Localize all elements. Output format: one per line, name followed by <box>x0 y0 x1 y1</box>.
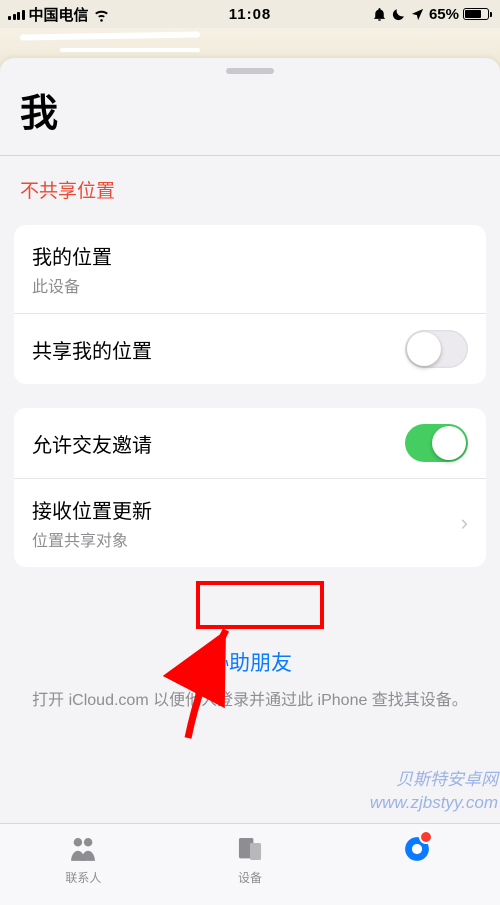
share-my-location-label: 共享我的位置 <box>32 335 405 364</box>
help-friend-block: 协助朋友 打开 iCloud.com 以便他人登录并通过此 iPhone 查找其… <box>0 639 500 714</box>
alarm-icon <box>372 7 387 22</box>
allow-friend-requests-switch[interactable] <box>405 424 468 462</box>
location-arrow-icon <box>410 7 425 22</box>
receive-location-updates-row[interactable]: 接收位置更新 位置共享对象 › <box>14 478 486 567</box>
chevron-right-icon: › <box>455 510 468 536</box>
stop-sharing-button[interactable]: 不共享位置 <box>0 156 500 225</box>
location-card: 我的位置 此设备 共享我的位置 <box>14 225 486 384</box>
people-icon <box>66 834 100 864</box>
battery-pct: 65% <box>429 6 459 23</box>
page-title: 我 <box>0 74 500 155</box>
tab-me[interactable] <box>333 824 500 905</box>
carrier-label: 中国电信 <box>29 4 89 25</box>
share-my-location-row: 共享我的位置 <box>14 313 486 384</box>
allow-friend-requests-row: 允许交友邀请 <box>14 408 486 478</box>
help-friend-desc: 打开 iCloud.com 以便他人登录并通过此 iPhone 查找其设备。 <box>28 689 472 714</box>
allow-friend-requests-label: 允许交友邀请 <box>32 429 405 458</box>
battery-icon <box>463 8 492 20</box>
status-bar: 中国电信 11:08 65% <box>0 0 500 28</box>
tab-people-label: 联系人 <box>65 869 101 886</box>
help-friend-button[interactable]: 协助朋友 <box>198 639 302 685</box>
share-my-location-switch[interactable] <box>405 330 468 368</box>
tab-people[interactable]: 联系人 <box>0 824 167 905</box>
devices-icon <box>233 834 267 864</box>
me-sheet: 我 不共享位置 我的位置 此设备 共享我的位置 允许交友邀请 接收位置更新 <box>0 58 500 905</box>
wifi-icon <box>93 6 110 23</box>
tab-devices[interactable]: 设备 <box>167 824 334 905</box>
my-location-sub: 此设备 <box>32 273 468 297</box>
signal-icon <box>8 8 25 20</box>
tab-devices-label: 设备 <box>238 869 262 886</box>
my-location-label: 我的位置 <box>32 241 468 270</box>
my-location-row[interactable]: 我的位置 此设备 <box>14 225 486 313</box>
notification-badge <box>419 830 433 844</box>
receive-location-updates-sub: 位置共享对象 <box>32 527 455 551</box>
tab-bar: 联系人 设备 <box>0 823 500 905</box>
receive-location-updates-label: 接收位置更新 <box>32 495 455 524</box>
friend-card: 允许交友邀请 接收位置更新 位置共享对象 › <box>14 408 486 567</box>
moon-icon <box>391 7 406 22</box>
